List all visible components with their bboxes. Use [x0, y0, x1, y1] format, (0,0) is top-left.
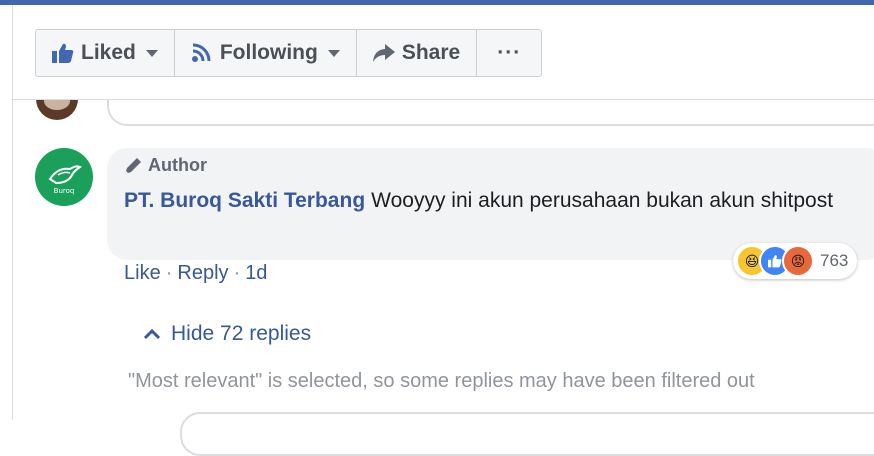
liked-label: Liked — [81, 41, 136, 64]
chevron-up-icon — [143, 328, 161, 340]
comment-text: Wooyyy ini akun perusahaan bukan akun sh… — [371, 189, 834, 212]
next-reply-bubble — [180, 412, 874, 456]
hide-replies-label: Hide 72 replies — [171, 322, 312, 345]
reaction-count: 763 — [820, 251, 849, 270]
action-button-group: Liked Following Share ··· — [35, 29, 543, 77]
like-link[interactable]: Like — [124, 262, 161, 284]
post-action-bar: Liked Following Share ··· — [13, 5, 874, 100]
liked-button[interactable]: Liked — [36, 30, 175, 76]
separator-dot: · — [165, 262, 173, 284]
chevron-down-icon — [327, 49, 340, 57]
reply-link[interactable]: Reply — [177, 262, 228, 284]
author-avatar[interactable]: Buroq — [35, 148, 93, 206]
comment-actions: Like · Reply · 1d — [124, 262, 267, 285]
share-button[interactable]: Share — [357, 30, 478, 76]
bird-logo-icon: Buroq — [48, 165, 82, 195]
comment-author-link[interactable]: PT. Buroq Sakti Terbang — [124, 189, 365, 212]
author-badge-label: Author — [148, 155, 207, 175]
chevron-down-icon — [145, 49, 158, 57]
reactions-summary[interactable]: 😆 😡 763 — [733, 243, 858, 279]
comment-body: PT. Buroq Sakti Terbang Wooyyy ini akun p… — [124, 186, 864, 215]
svg-text:Buroq: Buroq — [54, 187, 75, 195]
angry-reaction-icon: 😡 — [782, 245, 814, 277]
hide-replies-toggle[interactable]: Hide 72 replies — [143, 322, 311, 346]
timestamp-link[interactable]: 1d — [245, 262, 267, 284]
more-options-icon: ··· — [497, 41, 522, 64]
share-label: Share — [401, 41, 461, 64]
following-label: Following — [219, 41, 318, 64]
pen-icon — [125, 157, 141, 174]
following-button[interactable]: Following — [175, 30, 357, 76]
filter-notice: "Most relevant" is selected, so some rep… — [128, 370, 755, 392]
separator-dot: · — [233, 262, 241, 284]
share-arrow-icon — [372, 43, 395, 63]
author-badge: Author — [123, 155, 207, 176]
rss-feed-icon — [191, 43, 213, 63]
more-options-button[interactable]: ··· — [477, 30, 541, 76]
thumbs-up-icon — [52, 43, 74, 63]
